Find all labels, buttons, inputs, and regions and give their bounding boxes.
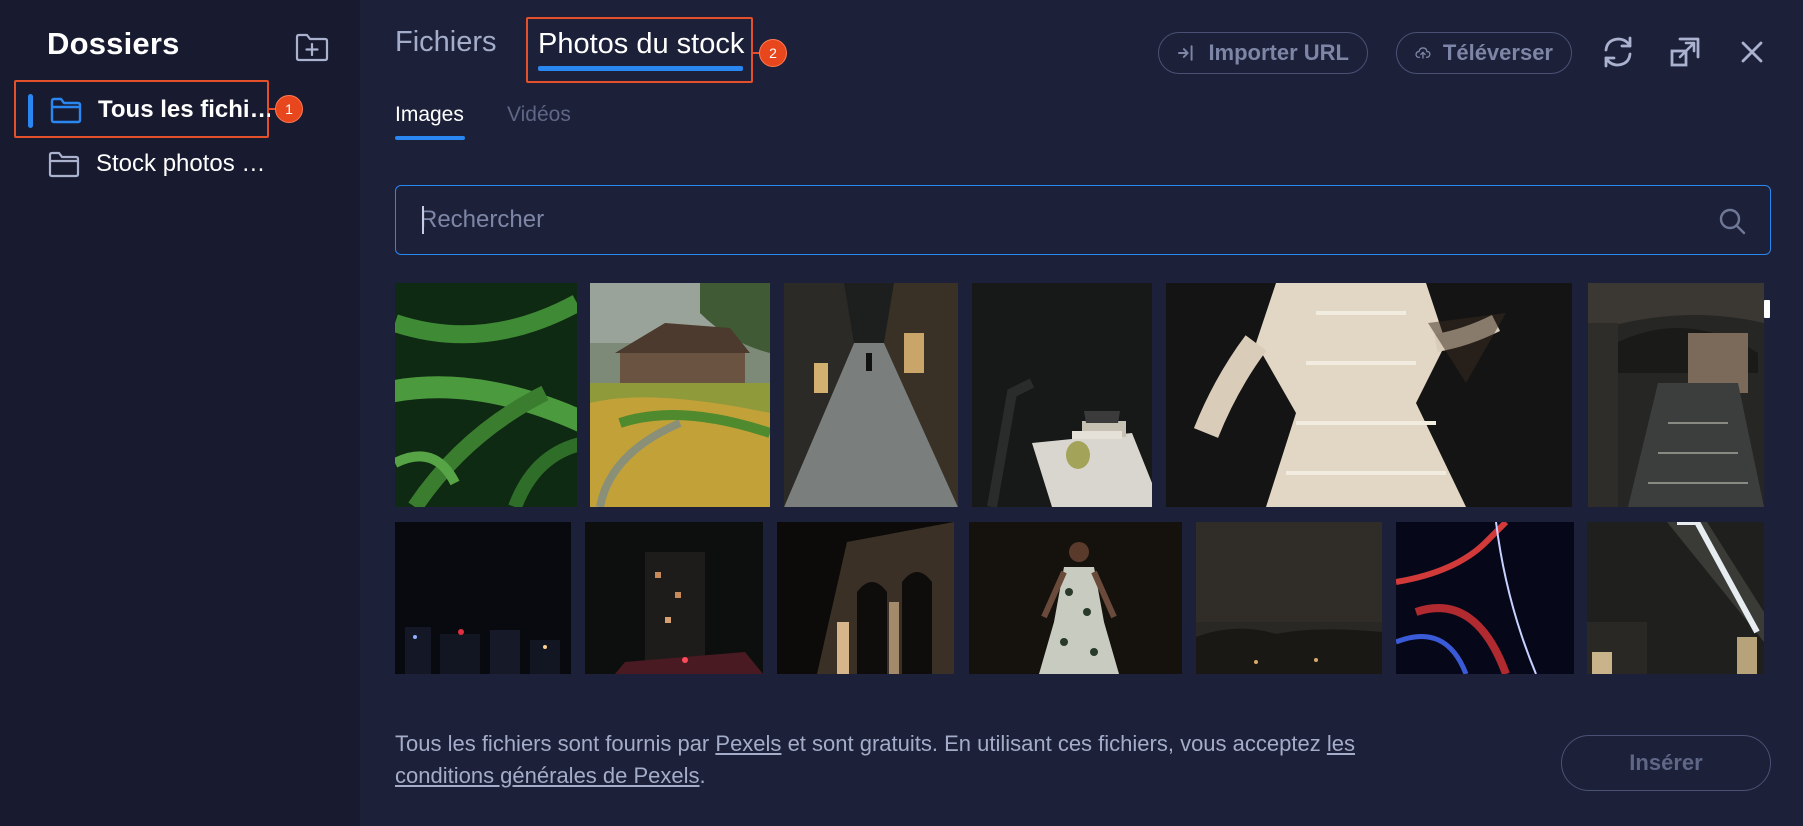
rice-field-house-image xyxy=(590,283,770,507)
photo-thumbnail[interactable] xyxy=(1588,283,1764,507)
folder-icon xyxy=(48,151,80,178)
subtab-images[interactable]: Images xyxy=(395,103,465,140)
new-folder-button[interactable] xyxy=(293,28,331,66)
fern-leaves-image xyxy=(395,283,577,507)
photo-thumbnail[interactable] xyxy=(969,522,1182,674)
tab-fichiers[interactable]: Fichiers xyxy=(395,26,497,59)
import-icon xyxy=(1177,45,1193,61)
tab-photos-du-stock[interactable]: Photos du stock xyxy=(526,17,753,83)
folder-label: Stock photos … xyxy=(96,150,266,177)
photo-thumbnail[interactable] xyxy=(1166,283,1572,507)
cloud-upload-icon xyxy=(1415,47,1431,59)
photo-thumbnail[interactable] xyxy=(777,522,954,674)
night-buildings-image xyxy=(585,522,763,674)
city-night-skyline-image xyxy=(395,522,571,674)
resize-icon xyxy=(1670,37,1700,67)
upload-button[interactable]: Téléverser xyxy=(1396,32,1572,74)
search-box xyxy=(395,185,1771,255)
resize-button[interactable] xyxy=(1665,32,1705,72)
narrow-street-image xyxy=(784,283,958,507)
dark-landscape-image xyxy=(1196,522,1382,674)
folder-plus-icon xyxy=(295,33,329,62)
notice-text: et sont gratuits. En utilisant ces fichi… xyxy=(787,731,1321,756)
tab-underline xyxy=(538,66,743,71)
stock-photo-dialog: Dossiers Tous les fichi… 1 Stock photos … xyxy=(0,0,1803,826)
text-caret xyxy=(422,206,424,234)
folders-sidebar: Dossiers Tous les fichi… 1 Stock photos … xyxy=(0,0,360,826)
tab-label: Photos du stock xyxy=(538,28,745,60)
arched-building-night-image xyxy=(777,522,954,674)
close-button[interactable] xyxy=(1732,32,1772,72)
active-indicator xyxy=(28,94,33,128)
folder-label: Tous les fichi… xyxy=(98,96,270,123)
folder-icon xyxy=(50,97,82,124)
close-icon xyxy=(1741,41,1763,63)
license-notice: Tous les fichiers sont fournis par Pexel… xyxy=(395,728,1435,792)
import-url-button[interactable]: Importer URL xyxy=(1158,32,1368,74)
notice-text: . xyxy=(699,763,706,788)
pexels-link[interactable]: Pexels xyxy=(715,731,781,756)
photo-thumbnail[interactable] xyxy=(1396,522,1574,674)
search-icon[interactable] xyxy=(1718,207,1746,235)
photo-thumbnail[interactable] xyxy=(395,283,577,507)
photo-thumbnail[interactable] xyxy=(1587,522,1764,674)
photo-thumbnail[interactable] xyxy=(585,522,763,674)
photo-thumbnail[interactable] xyxy=(590,283,770,507)
upload-label: Téléverser xyxy=(1442,40,1553,65)
subtab-label: Images xyxy=(395,103,464,126)
refresh-icon xyxy=(1604,36,1632,68)
sidebar-title: Dossiers xyxy=(47,26,180,61)
callout-badge-1: 1 xyxy=(275,95,303,123)
callout-badge-2: 2 xyxy=(759,39,787,67)
import-url-label: Importer URL xyxy=(1208,40,1349,65)
notice-text: Tous les fichiers sont fournis par xyxy=(395,731,710,756)
folder-item-all-files[interactable]: Tous les fichi… xyxy=(14,80,270,138)
light-trails-image xyxy=(1396,522,1574,674)
main-panel: Fichiers Photos du stock 2 Importer URL … xyxy=(360,0,1803,826)
photo-thumbnail[interactable] xyxy=(972,283,1152,507)
photo-thumbnail[interactable] xyxy=(395,522,571,674)
feathered-dress-dancer-image xyxy=(1166,283,1572,507)
photo-thumbnail[interactable] xyxy=(1196,522,1382,674)
folder-item-stock-photos[interactable]: Stock photos … xyxy=(14,136,269,194)
subtab-underline xyxy=(395,136,465,140)
venice-canal-image xyxy=(1588,283,1764,507)
refresh-button[interactable] xyxy=(1598,32,1638,72)
subtab-videos[interactable]: Vidéos xyxy=(507,103,571,127)
woman-in-floral-dress-image xyxy=(969,522,1182,674)
telephone-on-table-image xyxy=(972,283,1152,507)
photo-thumbnail[interactable] xyxy=(784,283,958,507)
search-input[interactable] xyxy=(420,186,1690,253)
gallery-scrollbar-thumb[interactable] xyxy=(1764,300,1770,318)
tunnel-lights-image xyxy=(1587,522,1764,674)
insert-button[interactable]: Insérer xyxy=(1561,735,1771,791)
